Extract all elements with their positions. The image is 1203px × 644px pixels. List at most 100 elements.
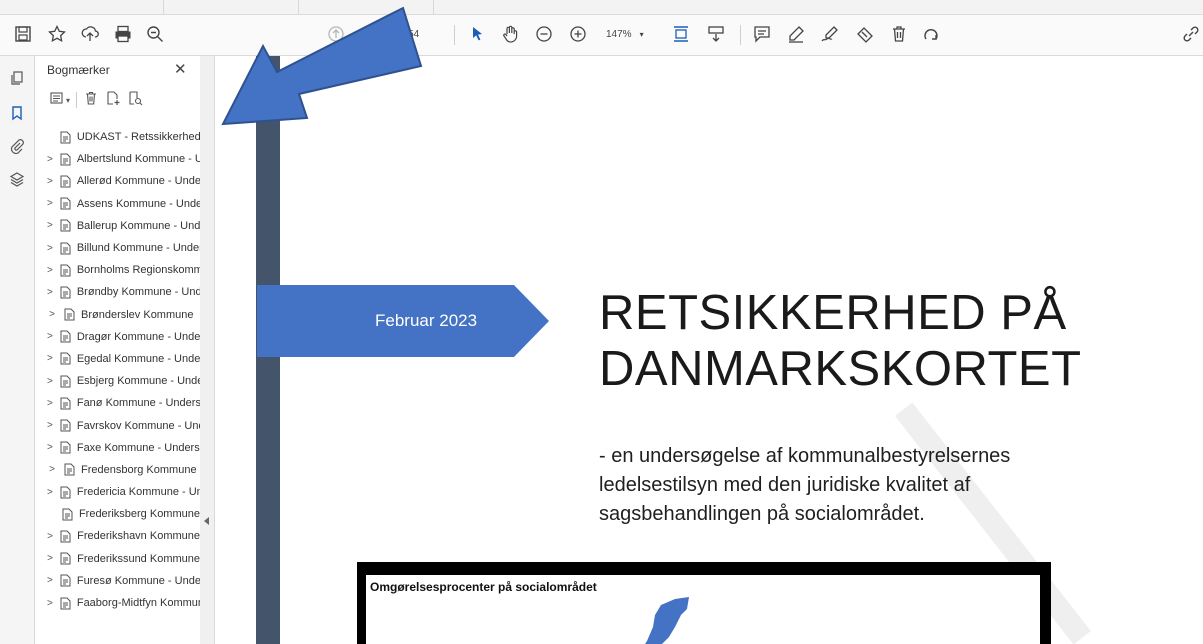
scroll-icon[interactable] [703,21,729,47]
bookmarks-panel: Bogmærker ✕ ▾ >UDKAST - Retssikkerhed>Al… [35,56,201,644]
link-icon[interactable] [1178,21,1203,47]
new-bookmark-icon[interactable] [105,90,121,111]
chevron-right-icon[interactable]: > [47,553,53,564]
zoom-in-icon[interactable] [565,21,591,47]
title-line-1: RETSIKKERHED PÅ [599,286,1067,340]
rotate-icon[interactable] [918,21,944,47]
bookmark-item[interactable]: > Fredensborg Kommune [35,459,200,481]
panel-splitter[interactable] [200,56,215,644]
chevron-right-icon[interactable]: > [47,154,53,165]
bookmark-item[interactable]: > Bornholms Regionskommune [35,259,200,281]
chevron-right-icon[interactable]: > [47,220,53,231]
chevron-right-icon[interactable]: > [47,176,53,187]
bookmark-item[interactable]: > Ballerup Kommune - Undersøgelse [35,215,200,237]
bookmark-item[interactable]: > Allerød Kommune - Undersøgelse [35,170,200,192]
bookmark-page-icon [64,308,75,321]
toolbar-divider [740,25,741,45]
bookmark-item[interactable]: > Frederikssund Kommune [35,548,200,570]
bookmark-page-icon [60,441,71,454]
bookmark-item[interactable]: > Albertslund Kommune - Undersøgelse [35,148,200,170]
star-icon[interactable] [44,21,70,47]
map-figure: Omgørelsesprocenter på socialområdet [357,562,1051,644]
redact-icon[interactable] [852,21,878,47]
chevron-right-icon[interactable]: > [47,198,53,209]
bookmark-item[interactable]: > Fanø Kommune - Undersøgelse [35,392,200,414]
bookmark-page-icon [60,264,71,277]
chevron-right-icon[interactable]: > [47,531,53,542]
page-down-icon[interactable] [354,21,380,47]
bookmark-label: Fanø Kommune - Undersøgelse [76,397,200,410]
bookmark-item[interactable]: > Brønderslev Kommune [35,304,200,326]
chevron-right-icon[interactable]: > [47,265,53,276]
bookmark-item[interactable]: > Esbjerg Kommune - Undersøgelse [35,370,200,392]
zoom-value: 147% [606,29,632,40]
close-icon[interactable]: ✕ [174,60,187,78]
bookmark-item[interactable]: > Dragør Kommune - Undersøgelse [35,326,200,348]
document-view[interactable]: Februar 2023 RETSIKKERHED PÅ DANMARKSKOR… [215,56,1203,644]
upload-icon[interactable] [77,21,103,47]
bookmark-label: Esbjerg Kommune - Undersøgelse [76,375,200,388]
bookmark-label: Fredericia Kommune - Undersøgelse [76,486,200,499]
chevron-right-icon[interactable]: > [47,487,53,498]
bookmark-item[interactable]: > Furesø Kommune - Undersøgelse [35,570,200,592]
paperclip-icon[interactable] [7,136,27,156]
highlight-icon[interactable] [783,21,809,47]
bookmark-item[interactable]: > Egedal Kommune - Undersøgelse [35,348,200,370]
chevron-right-icon[interactable]: > [47,243,53,254]
bookmark-item[interactable]: > Favrskov Kommune - Undersøgelse [35,414,200,436]
bookmark-label: Fredensborg Kommune [81,463,197,476]
left-rail [0,56,35,644]
print-icon[interactable] [110,21,136,47]
select-icon[interactable] [464,21,490,47]
chevron-right-icon[interactable]: > [47,398,53,409]
find-bookmark-icon[interactable] [127,90,143,111]
options-menu-icon[interactable] [49,90,65,111]
zoom-select[interactable]: 147% ▾ [606,29,644,40]
bookmark-item[interactable]: >UDKAST - Retssikkerhed [35,126,200,148]
bookmark-page-icon [60,175,71,188]
title-line-2: DANMARKSKORTET [599,342,1082,396]
bookmark-item[interactable]: > Faxe Kommune - Undersøgelse [35,437,200,459]
tab-divider [433,0,434,14]
pages-icon[interactable] [7,68,27,88]
save-icon[interactable] [10,21,36,47]
bookmark-item[interactable]: > Frederikshavn Kommune [35,525,200,547]
chevron-right-icon[interactable]: > [47,331,53,342]
delete-bookmark-icon[interactable] [83,90,99,111]
fit-page-icon[interactable] [668,21,694,47]
chevron-right-icon[interactable]: > [47,420,53,431]
page-up-icon[interactable] [323,21,349,47]
chevron-right-icon[interactable]: > [47,575,53,586]
tab-divider [163,0,164,14]
bookmark-item[interactable]: > Brøndby Kommune - Undersøgelse [35,281,200,303]
bookmark-page-icon [60,597,71,610]
bookmark-item[interactable]: > Billund Kommune - Undersøgelse [35,237,200,259]
bookmark-item[interactable]: >Frederiksberg Kommune [35,503,200,525]
chevron-right-icon[interactable]: > [47,309,57,320]
comment-icon[interactable] [749,21,775,47]
chevron-right-icon[interactable]: > [47,353,53,364]
delete-icon[interactable] [886,21,912,47]
collapse-panel-icon[interactable] [204,517,209,525]
bookmark-label: Furesø Kommune - Undersøgelse [76,574,200,587]
bookmark-label: Brøndby Kommune - Undersøgelse [76,286,200,299]
hand-icon[interactable] [497,21,523,47]
document-title: RETSIKKERHED PÅ DANMARKSKORTET [599,285,1082,397]
layers-icon[interactable] [7,169,27,189]
search-icon[interactable] [142,21,168,47]
bookmark-page-icon [60,286,71,299]
bookmark-icon[interactable] [7,103,27,123]
bookmark-item[interactable]: > Faaborg-Midtfyn Kommune [35,592,200,614]
chevron-right-icon[interactable]: > [47,598,53,609]
sign-icon[interactable] [817,21,843,47]
bookmark-label: Brønderslev Kommune [81,308,194,321]
bookmark-item[interactable]: > Fredericia Kommune - Undersøgelse [35,481,200,503]
chevron-right-icon[interactable]: > [47,442,53,453]
chevron-right-icon[interactable]: > [47,287,53,298]
panel-title: Bogmærker [47,63,110,77]
chevron-right-icon[interactable]: > [47,376,53,387]
zoom-out-icon[interactable] [531,21,557,47]
bookmark-item[interactable]: > Assens Kommune - Undersøgelse [35,193,200,215]
chevron-down-icon[interactable]: ▾ [66,96,70,105]
chevron-right-icon[interactable]: > [47,464,57,475]
